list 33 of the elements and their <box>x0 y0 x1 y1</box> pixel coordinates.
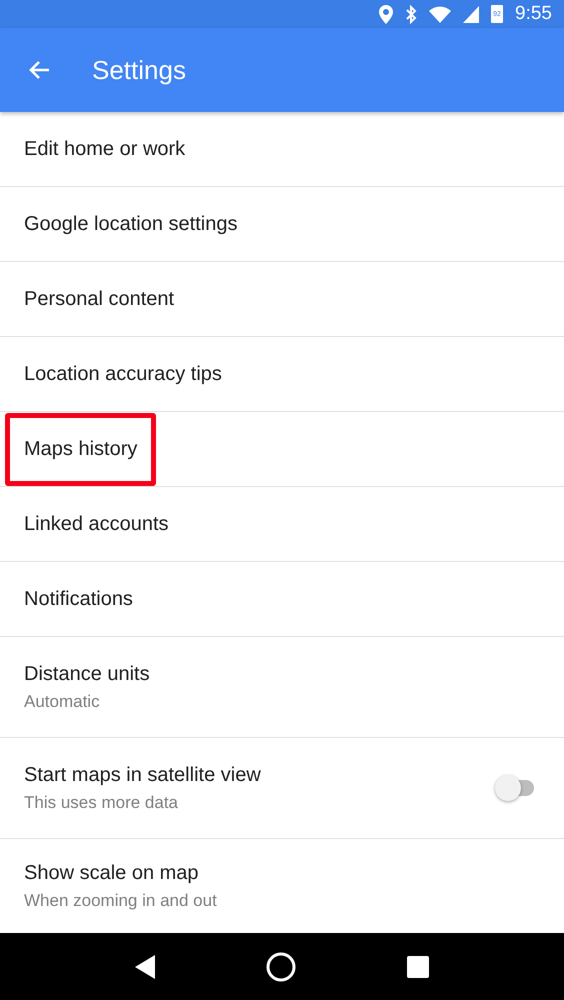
setting-label: Personal content <box>24 288 174 310</box>
setting-description: This uses more data <box>24 792 180 812</box>
back-icon[interactable] <box>135 954 155 978</box>
location-pin-icon <box>379 4 394 24</box>
settings-row[interactable]: Linked accounts <box>0 487 564 562</box>
settings-row[interactable]: Personal content <box>0 262 564 337</box>
setting-label: Distance units <box>24 662 150 686</box>
setting-description: Automatic <box>24 692 101 712</box>
setting-label: Notifications <box>24 588 133 610</box>
settings-row[interactable]: Edit home or work <box>0 112 564 187</box>
screen-title: Settings <box>92 54 186 86</box>
setting-label: Show scale on map <box>24 862 199 884</box>
settings-row[interactable]: Notifications <box>0 562 564 637</box>
setting-description: When zooming in and out <box>24 890 218 910</box>
setting-label: Maps history <box>5 412 156 486</box>
back-arrow-icon[interactable] <box>28 60 50 80</box>
settings-row[interactable]: Start maps in satellite view This uses more data <box>0 738 564 839</box>
settings-row[interactable]: Location accuracy tips <box>0 337 564 412</box>
setting-label: Linked accounts <box>24 512 169 536</box>
wifi-icon <box>429 6 452 22</box>
settings-row[interactable]: Maps history <box>0 412 564 487</box>
settings-row[interactable]: Show scale on map When zooming in and out <box>0 839 564 933</box>
setting-label: Google location settings <box>24 212 238 236</box>
recents-icon[interactable] <box>407 956 429 978</box>
setting-label: Start maps in satellite view <box>24 764 261 786</box>
bluetooth-icon <box>405 4 418 24</box>
settings-row[interactable]: Google location settings <box>0 187 564 262</box>
settings-row[interactable]: Distance units Automatic <box>0 637 564 738</box>
setting-label: Location accuracy tips <box>24 362 222 386</box>
setting-label: Edit home or work <box>24 138 186 160</box>
signal-icon <box>463 6 480 22</box>
home-icon[interactable] <box>265 950 297 982</box>
clock-time: 9:55 <box>515 3 552 25</box>
